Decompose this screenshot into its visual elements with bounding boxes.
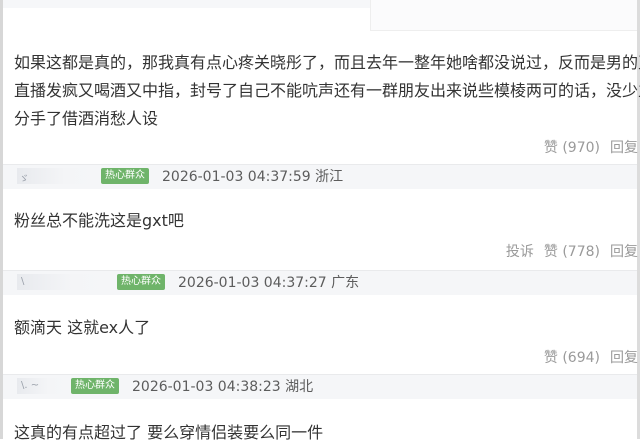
comment-timestamp: 2026-01-03 04:37:27 广东 — [178, 275, 360, 291]
user-name-mark: \ — [21, 276, 25, 287]
comment-text-line: 额滴天 这就ex人了 — [14, 318, 151, 337]
comment-actions: 投诉赞 (778) 回复 — [496, 241, 638, 261]
comment-timestamp: 2026-01-03 04:37:59 浙江 — [162, 169, 344, 185]
comment-timestamp: 2026-01-03 04:38:23 湖北 — [132, 379, 314, 395]
comment-actions: 赞 (970) 回复 — [534, 137, 638, 157]
comment-text-line: 分手了借酒消愁人设 — [14, 109, 159, 128]
reply-button[interactable]: 回复 — [610, 140, 638, 156]
comment-text-line: 粉丝总不能洗这是gxt吧 — [14, 211, 184, 230]
comment-location: 浙江 — [315, 169, 344, 185]
user-badge: 热心群众 — [71, 378, 119, 394]
comment-text-line: 这真的有点超过了 要么穿情侣装要么同一件 — [14, 423, 324, 442]
user-name-mark: ゞ — [19, 174, 29, 185]
comment-meta-row: \. ~ 热心群众 2026-01-03 04:38:23 湖北 — [3, 374, 637, 399]
like-button[interactable]: 赞 (694) — [544, 350, 600, 366]
like-button[interactable]: 赞 (970) — [544, 140, 600, 156]
comment-location: 广东 — [331, 275, 360, 291]
top-notch — [370, 0, 640, 31]
reply-button[interactable]: 回复 — [610, 244, 638, 260]
user-name-mark: \. ~ — [21, 380, 40, 391]
top-strip — [0, 0, 640, 31]
reply-button[interactable]: 回复 — [610, 350, 638, 366]
report-button[interactable]: 投诉 — [506, 244, 534, 260]
comment-text-line: 直播发疯又喝酒又中指，封号了自己不能吭声还有一群朋友出来说些模棱两可的话，没少立 — [14, 81, 640, 100]
comment-meta-row: \ 热心群众 2026-01-03 04:37:27 广东 — [3, 270, 637, 295]
user-badge: 热心群众 — [101, 168, 149, 184]
comment-location: 湖北 — [285, 379, 314, 395]
user-name-blurred[interactable] — [17, 274, 109, 290]
comment-actions: 赞 (694) 回复 — [534, 347, 638, 367]
user-name-blurred[interactable] — [17, 168, 97, 184]
user-badge: 热心群众 — [117, 274, 165, 290]
like-button[interactable]: 赞 (778) — [544, 244, 600, 260]
comment-text-line: 如果这都是真的，那我真有点心疼关晓彤了，而且去年一整年她啥都没说过，反而是男的又 — [14, 53, 640, 72]
comment-meta-row: ゞ 热心群众 2026-01-03 04:37:59 浙江 — [3, 164, 637, 189]
